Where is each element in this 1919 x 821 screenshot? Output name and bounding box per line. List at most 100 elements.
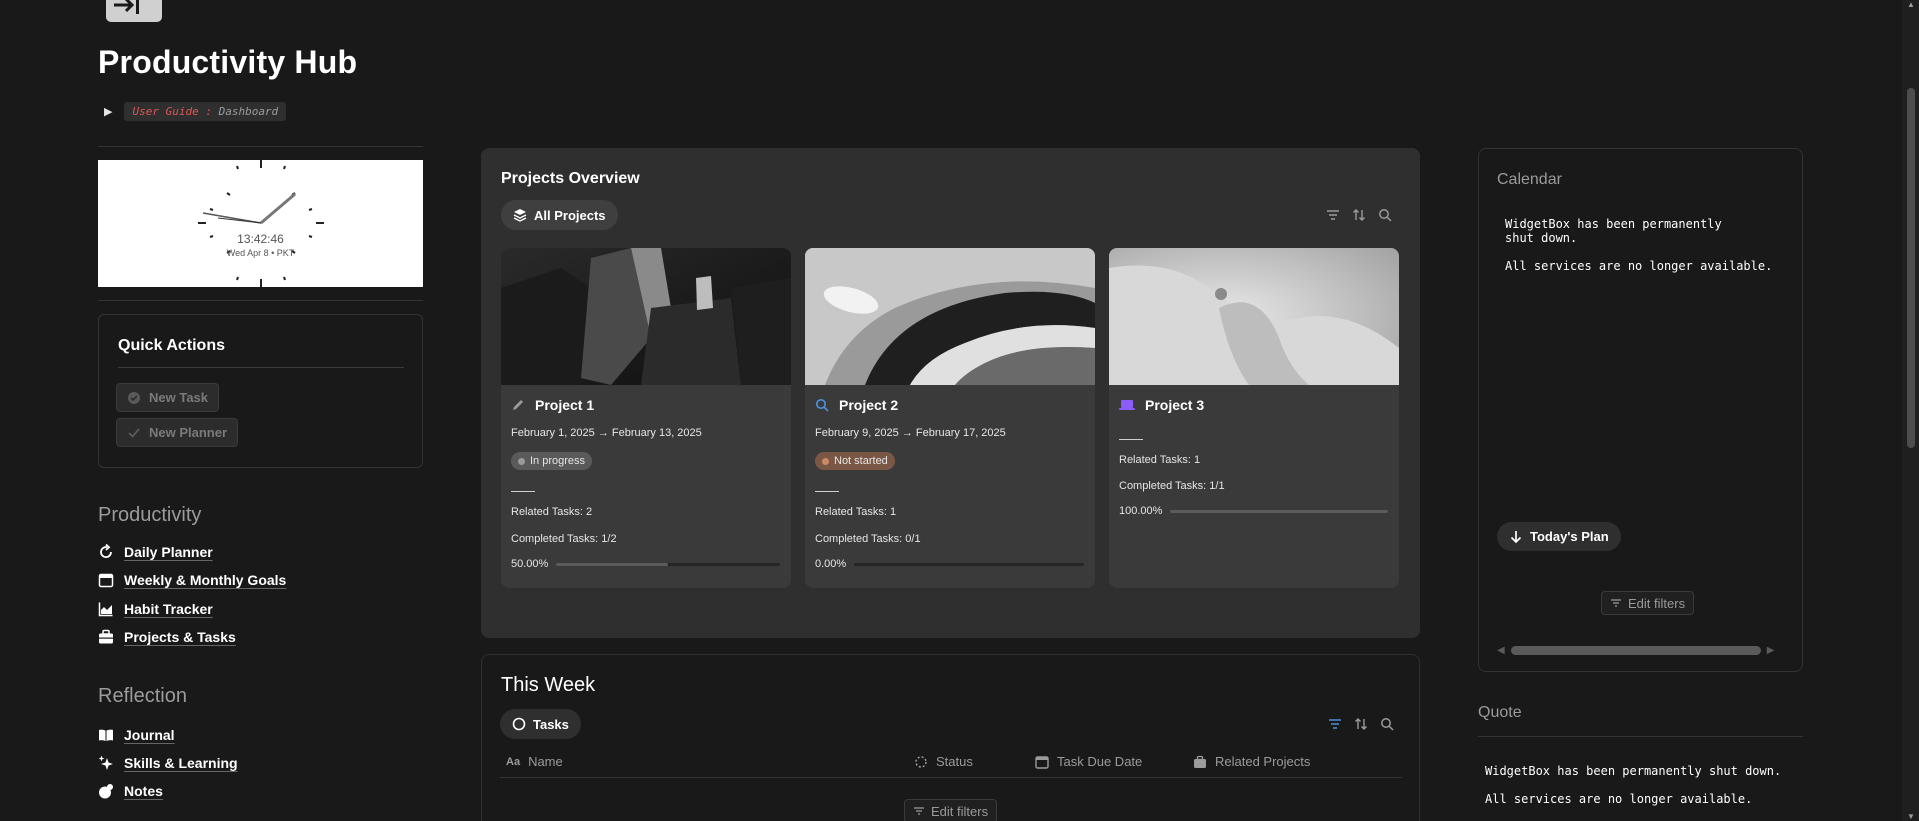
nav-label: Journal [124, 727, 175, 743]
toggle-arrow-icon[interactable]: ▶ [104, 105, 112, 118]
sort-icon[interactable] [1354, 717, 1368, 731]
user-guide-label: User Guide : [132, 105, 212, 118]
page-icon [106, 0, 162, 22]
project-card[interactable]: Project 2 February 9, 2025 → February 17… [805, 248, 1095, 588]
sort-icon[interactable] [1352, 208, 1366, 222]
horizontal-scrollbar[interactable]: ◀ ▶ [1497, 643, 1787, 657]
briefcase-icon [99, 629, 113, 644]
project-title[interactable]: Project 1 [511, 397, 594, 413]
nav-notes[interactable]: Notes [98, 783, 163, 799]
filter-icon[interactable] [1328, 717, 1342, 731]
todays-plan-button[interactable]: Today's Plan [1497, 522, 1621, 551]
calendar-title: Calendar [1497, 171, 1562, 188]
search-icon[interactable] [1378, 208, 1392, 222]
related-tasks: Related Tasks: 2 [511, 506, 593, 518]
clock-time: 13:42:46 [237, 232, 284, 246]
column-name[interactable]: Aa Name [506, 754, 563, 769]
column-status[interactable]: Status [914, 754, 973, 769]
divider [98, 300, 423, 301]
status-dot [822, 457, 829, 465]
nav-daily-planner[interactable]: Daily Planner [98, 544, 213, 560]
project-card[interactable]: Project 3 Related Tasks: 1 Completed Tas… [1109, 248, 1399, 588]
scroll-right-icon[interactable]: ▶ [1767, 645, 1775, 656]
scroll-thumb[interactable] [1510, 645, 1761, 655]
progress: 100.00% [1119, 505, 1389, 517]
status-icon [915, 755, 927, 768]
column-task-due-date[interactable]: Task Due Date [1035, 754, 1142, 769]
sparkle-icon [98, 755, 113, 770]
projects-overview-title: Projects Overview [501, 170, 640, 187]
user-guide-code: User Guide : Dashboard [124, 102, 287, 121]
user-guide-toggle[interactable]: ▶ User Guide : Dashboard [104, 102, 287, 121]
all-projects-label: All Projects [534, 207, 606, 223]
tasks-tab-label: Tasks [533, 716, 569, 732]
new-task-button[interactable]: New Task [116, 383, 220, 412]
divider [1119, 439, 1143, 440]
nav-journal[interactable]: Journal [98, 727, 175, 743]
edit-filters-button[interactable]: Edit filters [1601, 591, 1695, 615]
layers-icon [513, 209, 527, 222]
project-title[interactable]: Project 3 [1119, 397, 1204, 413]
nav-label: Skills & Learning [124, 755, 238, 771]
divider [118, 367, 404, 368]
notes-icon [99, 784, 113, 799]
filter-icon [1611, 599, 1621, 607]
scroll-down-icon[interactable]: ▼ [1907, 812, 1915, 821]
completed-tasks: Completed Tasks: 1/1 [1119, 480, 1225, 492]
nav-weekly-monthly-goals[interactable]: Weekly & Monthly Goals [98, 572, 286, 588]
edit-filters-button[interactable]: Edit filters [904, 799, 998, 821]
progress-bar [854, 562, 1085, 566]
calendar-message-2: All services are no longer available. [1505, 259, 1773, 273]
project-title[interactable]: Project 2 [815, 397, 898, 413]
divider [500, 777, 1402, 778]
scroll-thumb[interactable] [1907, 88, 1915, 448]
nav-projects-tasks[interactable]: Projects & Tasks [98, 629, 236, 645]
divider [815, 491, 839, 492]
all-projects-tab[interactable]: All Projects [501, 200, 618, 230]
progress-label: 50.00% [511, 558, 549, 570]
divider [98, 146, 423, 147]
filter-icon[interactable] [1326, 208, 1340, 222]
column-label: Task Due Date [1057, 754, 1143, 769]
nav-label: Notes [124, 783, 163, 799]
scroll-up-icon[interactable]: ▲ [1907, 0, 1915, 9]
dashboard-label: Dashboard [218, 105, 279, 118]
nav-habit-tracker[interactable]: Habit Tracker [98, 601, 213, 617]
related-tasks: Related Tasks: 1 [1119, 454, 1201, 466]
project-card[interactable]: Project 1 February 1, 2025 → February 13… [501, 248, 791, 588]
status-label: Not started [834, 455, 888, 467]
project-dates: February 9, 2025 → February 17, 2025 [815, 427, 1006, 439]
project-title-label: Project 1 [535, 397, 595, 413]
status-badge: Not started [815, 452, 895, 470]
project-title-label: Project 3 [1145, 397, 1205, 413]
search-icon [815, 398, 829, 412]
divider [1478, 736, 1803, 737]
new-planner-label: New Planner [149, 425, 228, 440]
new-planner-button[interactable]: New Planner [116, 418, 239, 447]
filter-icon [914, 807, 924, 815]
column-related-projects[interactable]: Related Projects [1193, 754, 1310, 769]
checkmark-icon [128, 427, 140, 438]
nav-label: Projects & Tasks [124, 629, 236, 645]
divider [511, 491, 535, 492]
calendar-panel: Calendar WidgetBox has been permanently … [1478, 148, 1803, 672]
laptop-icon [1119, 400, 1135, 410]
project-cover-image [501, 248, 791, 385]
reflection-heading: Reflection [98, 685, 187, 707]
progress-label: 100.00% [1119, 505, 1163, 517]
vertical-scrollbar[interactable]: ▲ ▼ [1902, 0, 1919, 821]
chart-icon [98, 602, 113, 617]
edit-filters-label: Edit filters [1628, 595, 1686, 611]
progress-fill [1170, 509, 1389, 513]
nav-label: Weekly & Monthly Goals [124, 572, 287, 588]
column-label: Status [936, 754, 973, 769]
nav-skills-learning[interactable]: Skills & Learning [98, 755, 238, 771]
edit-filters-label: Edit filters [931, 803, 989, 819]
search-icon[interactable] [1380, 717, 1394, 731]
text-type-icon: Aa [506, 755, 521, 768]
tasks-tab[interactable]: Tasks [500, 709, 581, 739]
project-cover-image [805, 248, 1095, 385]
productivity-heading: Productivity [98, 504, 202, 526]
clock-widget: 13:42:46 Wed Apr 8 • PKT [98, 160, 423, 287]
scroll-left-icon[interactable]: ◀ [1497, 645, 1505, 656]
